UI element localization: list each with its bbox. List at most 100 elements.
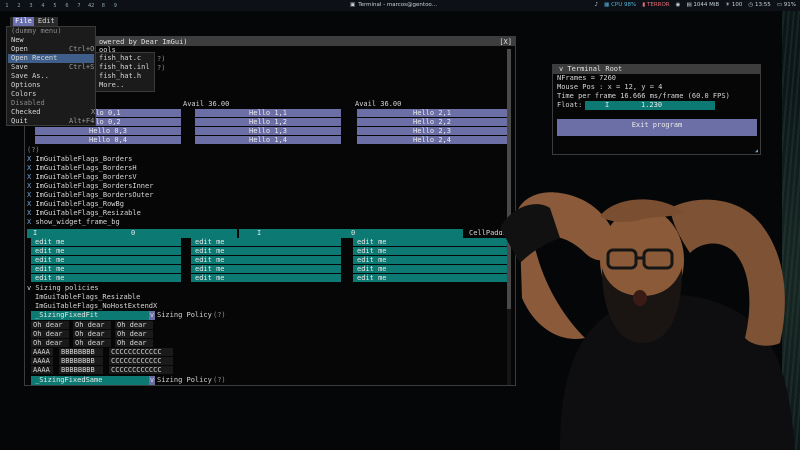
slider-grab[interactable]: I xyxy=(33,229,37,238)
menu-item-save-as[interactable]: Save As.. xyxy=(11,72,49,81)
workspace-1[interactable]: 1 xyxy=(4,3,10,9)
flag-checkbox[interactable]: X ImGuiTableFlags_RowBg xyxy=(27,200,124,209)
edit-input[interactable]: edit me xyxy=(31,238,181,246)
recent-item-more[interactable]: More.. xyxy=(99,81,124,90)
float-slider[interactable]: I 1.230 xyxy=(585,101,715,110)
exit-program-button[interactable]: Exit program xyxy=(557,119,757,136)
memory-indicator[interactable]: ▤ 1044 MiB xyxy=(686,2,719,8)
file-menu[interactable]: File xyxy=(13,17,34,26)
workspace-8[interactable]: 8 xyxy=(100,3,106,9)
music-icon[interactable]: ♪ xyxy=(595,2,599,8)
help-marker[interactable]: ?) xyxy=(157,64,165,73)
table-cell[interactable]: Hello 1,2 xyxy=(195,118,341,126)
menu-item-new[interactable]: New xyxy=(11,36,24,45)
mouse-pos-text: Mouse Pos : x = 12, y = 4 xyxy=(557,83,663,91)
help-marker[interactable]: (?) xyxy=(213,376,226,385)
flag-checkbox[interactable]: X show_widget_frame_bg xyxy=(27,218,120,227)
edit-input[interactable]: edit me xyxy=(31,247,181,255)
edit-input[interactable]: edit me xyxy=(353,247,507,255)
int-slider-2[interactable]: I 0 xyxy=(239,229,463,238)
battery-indicator[interactable]: ▭ 91% xyxy=(777,2,796,8)
flag-checkbox[interactable]: X ImGuiTableFlags_BordersOuter xyxy=(27,191,153,200)
edit-input[interactable]: edit me xyxy=(191,265,341,273)
edit-input[interactable]: edit me xyxy=(31,256,181,264)
recent-item[interactable]: fish_hat.inl xyxy=(99,63,150,72)
terminal-root-title[interactable]: v Terminal Root xyxy=(553,65,760,74)
workspace-7[interactable]: 7 xyxy=(76,3,82,9)
menu-item-checked[interactable]: Checked X xyxy=(11,108,95,117)
sizing-policy-label: Sizing Policy xyxy=(157,376,212,384)
int-slider-1[interactable]: I 0 xyxy=(27,229,237,238)
edit-input[interactable]: edit me xyxy=(353,238,507,246)
edit-input[interactable]: edit me xyxy=(353,265,507,273)
edit-menu[interactable]: Edit xyxy=(38,17,55,26)
menu-item-open-recent[interactable]: Open Recent xyxy=(11,54,57,63)
edit-input[interactable]: edit me xyxy=(191,238,341,246)
help-marker[interactable]: (?) xyxy=(213,311,226,320)
edit-input[interactable]: edit me xyxy=(31,274,181,282)
menu-item-quit[interactable]: Quit Alt+F4 xyxy=(11,117,94,126)
chevron-down-icon[interactable]: v xyxy=(149,376,155,385)
workspace-9[interactable]: 9 xyxy=(112,3,118,9)
window-title-text: Terminal - marcos@gentoo... xyxy=(358,2,437,8)
menu-item-label: Checked xyxy=(11,108,41,116)
recent-item[interactable]: fish_hat.c xyxy=(99,54,141,63)
help-marker[interactable]: (?) xyxy=(27,146,40,155)
table-cell[interactable]: Hello 1,4 xyxy=(195,136,341,144)
table-cell[interactable]: Hello 2,2 xyxy=(357,118,507,126)
menu-item-save[interactable]: Save Ctrl+S xyxy=(11,63,94,72)
menu-item-colors[interactable]: Colors xyxy=(11,90,36,99)
brightness-indicator[interactable]: ☀ 100 xyxy=(725,2,742,8)
cpu-indicator[interactable]: ▦ CPU 98% xyxy=(604,2,636,8)
sizing-flag-resizable[interactable]: ImGuiTableFlags_Resizable xyxy=(35,293,140,302)
edit-input[interactable]: edit me xyxy=(353,256,507,264)
table-cell: Oh dear xyxy=(115,321,153,329)
workspace-3[interactable]: 3 xyxy=(28,3,34,9)
active-window-title[interactable]: ▣ Terminal - marcos@gentoo... xyxy=(350,2,437,8)
chevron-down-icon[interactable]: v xyxy=(149,311,155,320)
flag-checkbox[interactable]: X ImGuiTableFlags_BordersInner xyxy=(27,182,153,191)
slider-grab[interactable]: I xyxy=(257,229,261,238)
wifi-icon[interactable]: ◉ xyxy=(676,2,681,8)
edit-input[interactable]: edit me xyxy=(31,265,181,273)
flag-checkbox[interactable]: X ImGuiTableFlags_BordersV xyxy=(27,173,137,182)
menu-item-label: New xyxy=(11,36,24,44)
resize-grip-icon[interactable]: ◢ xyxy=(755,148,758,154)
table-cell: BBBBBBBB xyxy=(59,357,103,365)
close-button[interactable]: [X] xyxy=(499,38,512,46)
workspace-4[interactable]: 4 xyxy=(40,3,46,9)
table-cell[interactable]: Hello 1,3 xyxy=(195,127,341,135)
edit-input[interactable]: edit me xyxy=(191,274,341,282)
table-cell[interactable]: Hello 0,3 xyxy=(35,127,181,135)
sizing-policy-combo[interactable]: _SizingFixedFit xyxy=(31,311,149,320)
float-slider-grab[interactable]: I xyxy=(605,101,609,110)
table-cell[interactable]: Hello 2,1 xyxy=(357,109,507,117)
table-cell[interactable]: Hello 0,4 xyxy=(35,136,181,144)
sizing-policies-header[interactable]: v Sizing policies xyxy=(27,284,99,293)
workspace-5[interactable]: 5 xyxy=(52,3,58,9)
menu-item-open[interactable]: Open Ctrl+O xyxy=(11,45,94,54)
sizing-flag-nohostextendx[interactable]: ImGuiTableFlags_NoHostExtendX xyxy=(35,302,157,311)
edit-input[interactable]: edit me xyxy=(191,256,341,264)
clock-indicator[interactable]: ◷ 13:55 xyxy=(748,2,770,8)
help-marker[interactable]: ?) xyxy=(157,55,165,64)
sizing-policy-combo[interactable]: _SizingFixedSame xyxy=(31,376,149,385)
imgui-title-bar[interactable]: owered by Dear ImGui) [X] xyxy=(25,37,515,46)
flag-checkbox[interactable]: X ImGuiTableFlags_Resizable xyxy=(27,209,141,218)
workspace-6[interactable]: 6 xyxy=(64,3,70,9)
flag-checkbox[interactable]: X ImGuiTableFlags_BordersH xyxy=(27,164,137,173)
open-recent-submenu: fish_hat.c fish_hat.inl fish_hat.h More.… xyxy=(95,52,155,92)
menu-item-label: Colors xyxy=(11,90,37,98)
table-cell[interactable]: Hello 1,1 xyxy=(195,109,341,117)
table-cell[interactable]: Hello 2,4 xyxy=(357,136,507,144)
checkmark-icon: X xyxy=(91,108,96,116)
edit-input[interactable]: edit me xyxy=(353,274,507,282)
menu-item-options[interactable]: Options xyxy=(11,81,41,90)
edit-input[interactable]: edit me xyxy=(191,247,341,255)
workspace-2[interactable]: 2 xyxy=(16,3,22,9)
temperature-indicator[interactable]: ▮ TERROR xyxy=(642,2,669,8)
float-label: Float: xyxy=(557,101,583,109)
flag-checkbox[interactable]: X ImGuiTableFlags_Borders xyxy=(27,155,132,164)
recent-item[interactable]: fish_hat.h xyxy=(99,72,141,81)
table-cell[interactable]: Hello 2,3 xyxy=(357,127,507,135)
